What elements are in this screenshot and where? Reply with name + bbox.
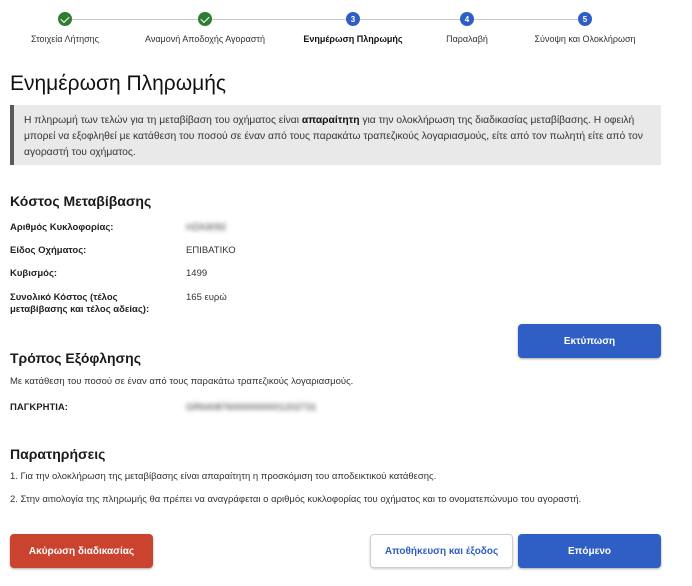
page-title: Ενημέρωση Πληρωμής [10, 72, 227, 95]
total-cost-label-line: Συνολικό Κόστος (τέλος [10, 292, 118, 303]
engine-cc-value: 1499 [186, 268, 208, 279]
check-icon [198, 12, 212, 26]
step-label: Σύνοψη και Ολοκλήρωση [534, 34, 636, 44]
remark-item: 1. Για την ολοκλήρωση της μεταβίβασης εί… [10, 471, 437, 482]
step-label: Ενημέρωση Πληρωμής [303, 34, 403, 44]
notice-emphasis: απαραίτητη [301, 115, 360, 126]
step-4: 4 Παραλαβή [407, 12, 527, 44]
step-number: 3 [346, 12, 360, 26]
vehicle-type-value: ΕΠΙΒΑΤΙΚΟ [186, 245, 236, 256]
progress-stepper: Στοιχεία Λήτησης Αναμονή Αποδοχής Αγορασ… [0, 0, 692, 60]
step-number: 4 [460, 12, 474, 26]
vehicle-type-label: Είδος Οχήματος: [10, 245, 87, 256]
remark-item: 2. Στην αιτιολογία της πληρωμής θα πρέπε… [10, 494, 582, 505]
remarks-section-title: Παρατηρήσεις [10, 446, 106, 462]
step-number: 5 [578, 12, 592, 26]
payment-section-title: Τρόπος Εξόφλησης [10, 350, 141, 366]
step-label: Στοιχεία Λήτησης [31, 34, 99, 44]
step-1: Στοιχεία Λήτησης [5, 12, 125, 44]
plate-value: ΗΖΑ3092 [186, 222, 227, 233]
next-button[interactable]: Επόμενο [518, 534, 661, 568]
plate-label: Αριθμός Κυκλοφορίας: [10, 222, 114, 233]
bank-name-label: ΠΑΓΚΡΗΤΙΑ: [10, 402, 68, 413]
step-2: Αναμονή Αποδοχής Αγοραστή [145, 12, 265, 44]
iban-value: GR6408760000000001202731 [186, 402, 317, 413]
print-button[interactable]: Εκτύπωση [518, 324, 661, 358]
engine-cc-label: Κυβισμός: [10, 268, 58, 279]
cancel-process-button[interactable]: Ακύρωση διαδικασίας [10, 534, 153, 568]
save-and-exit-button[interactable]: Αποθήκευση και έξοδος [370, 534, 513, 568]
step-label: Αναμονή Αποδοχής Αγοραστή [145, 34, 265, 44]
payment-notice: Η πληρωμή των τελών για τη μεταβίβαση το… [10, 105, 661, 165]
total-cost-value: 165 ευρώ [186, 292, 227, 303]
step-3: 3 Ενημέρωση Πληρωμής [293, 12, 413, 44]
step-label: Παραλαβή [446, 34, 488, 44]
total-cost-label-line: μεταβίβασης και τέλος αδείας): [10, 304, 150, 315]
step-5: 5 Σύνοψη και Ολοκλήρωση [525, 12, 645, 44]
payment-description: Με κατάθεση του ποσού σε έναν από τους π… [10, 376, 354, 387]
check-icon [58, 12, 72, 26]
notice-text: Η πληρωμή των τελών για τη μεταβίβαση το… [24, 115, 302, 126]
cost-section-title: Κόστος Μεταβίβασης [10, 193, 152, 209]
total-cost-label: Συνολικό Κόστος (τέλος μεταβίβασης και τ… [10, 292, 180, 316]
